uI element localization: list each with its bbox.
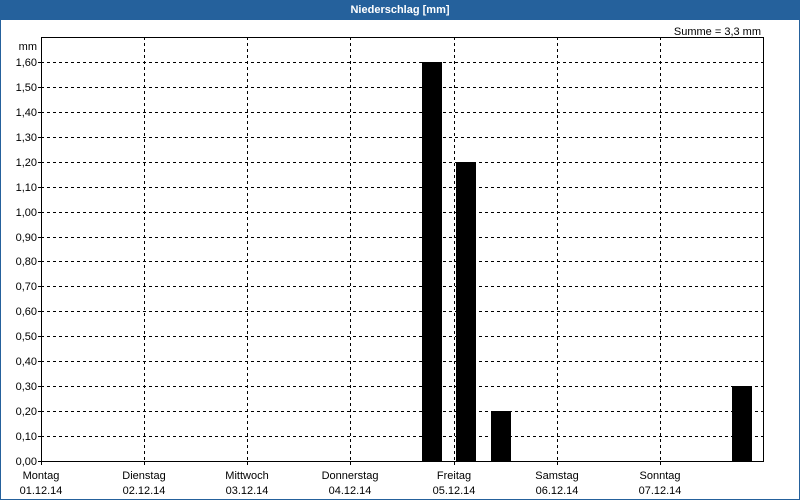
- y-axis: 0,00 0,10 0,20 0,30 0,40 0,50 0,60 0,70 0,80 0,90…: [16, 41, 41, 468]
- y-tick-label: 0,90: [16, 232, 37, 244]
- x-tick-day-label: Freitag: [437, 470, 471, 482]
- y-tick-label: 0,10: [16, 431, 37, 443]
- precip-bar: [456, 162, 476, 461]
- precipitation-chart: 0,00 0,10 0,20 0,30 0,40 0,50 0,60 0,70 0,80 0,90…: [16, 26, 764, 497]
- y-tick-label: 0,40: [16, 356, 37, 368]
- sum-annotation: Summe = 3,3 mm: [674, 26, 761, 38]
- x-tick-date-label: 02.12.14: [123, 485, 166, 497]
- y-axis-unit: mm: [19, 41, 37, 53]
- y-tick-label: 1,30: [16, 132, 37, 144]
- plot-frame: [41, 37, 764, 462]
- y-tick-label: 0,70: [16, 281, 37, 293]
- x-axis: Montag 01.12.14 Dienstag 02.12.14 Mittwoch 03…: [20, 461, 682, 497]
- y-tick-label: 1,40: [16, 107, 37, 119]
- precip-bar: [491, 411, 511, 461]
- x-tick-day-label: Sonntag: [640, 470, 681, 482]
- y-tick-label: 0,50: [16, 331, 37, 343]
- y-tick-label: 1,10: [16, 182, 37, 194]
- y-tick-label: 1,60: [16, 57, 37, 69]
- x-tick-day-label: Donnerstag: [322, 470, 379, 482]
- gridlines: [41, 37, 763, 461]
- x-tick-day-label: Montag: [23, 470, 60, 482]
- x-tick-day-label: Samstag: [535, 470, 578, 482]
- y-tick-label: 0,20: [16, 406, 37, 418]
- x-tick-date-label: 07.12.14: [639, 485, 682, 497]
- x-tick-day-label: Mittwoch: [225, 470, 268, 482]
- y-tick-label: 1,20: [16, 157, 37, 169]
- x-tick-date-label: 03.12.14: [226, 485, 269, 497]
- x-tick-date-label: 05.12.14: [433, 485, 476, 497]
- y-tick-label: 0,80: [16, 256, 37, 268]
- y-tick-label: 1,50: [16, 82, 37, 94]
- y-tick-label: 1,00: [16, 207, 37, 219]
- x-tick-date-label: 01.12.14: [20, 485, 63, 497]
- precip-bar: [732, 386, 752, 461]
- y-tick-label: 0,30: [16, 381, 37, 393]
- y-tick-label: 0,00: [16, 456, 37, 468]
- x-tick-date-label: 04.12.14: [329, 485, 372, 497]
- precip-bar: [422, 62, 442, 461]
- x-tick-day-label: Dienstag: [122, 470, 165, 482]
- x-tick-date-label: 06.12.14: [536, 485, 579, 497]
- y-tick-label: 0,60: [16, 306, 37, 318]
